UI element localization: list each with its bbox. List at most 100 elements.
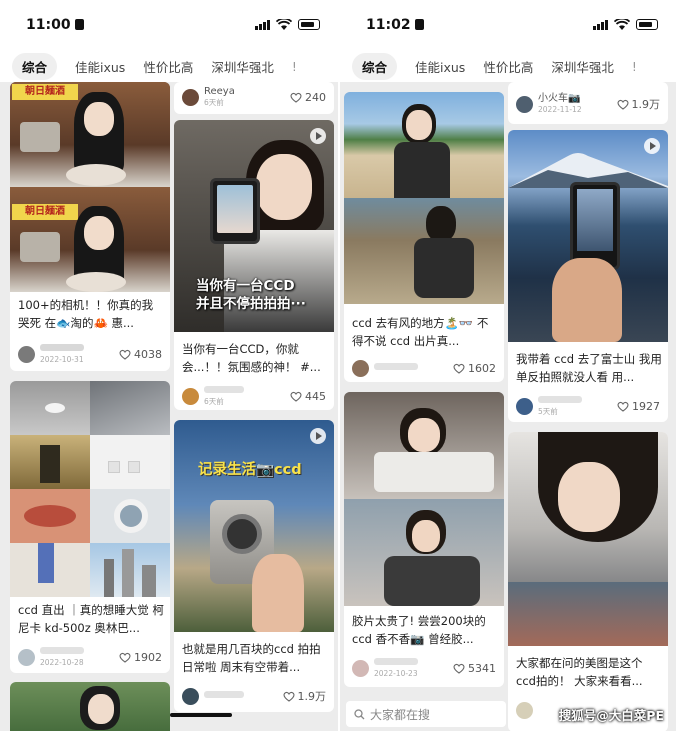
signal-icon	[593, 19, 608, 30]
like-count[interactable]: 4038	[119, 348, 162, 361]
like-count[interactable]: 5341	[453, 662, 496, 675]
tab-canon-ixus[interactable]: 佳能ixus	[415, 57, 465, 76]
avatar[interactable]	[516, 95, 533, 113]
time-text: 11:02	[366, 17, 411, 33]
author-info: 小火车📷 2022-11-12	[538, 93, 582, 115]
like-count[interactable]: 1.9万	[617, 96, 661, 112]
ccd-camera	[210, 178, 260, 244]
note-card[interactable]: ccd 去有风的地方🏝️👓 不得不说 ccd 出片真... 1602	[344, 92, 504, 382]
blurred-username	[204, 691, 244, 698]
like-count[interactable]: 240	[290, 91, 326, 104]
left-phone-screen: 11:00 综合 佳能ixus 性价比高 深圳华强北 ! 朝日麺酒 朝日麺酒 1…	[0, 0, 338, 731]
note-photo	[344, 92, 504, 304]
like-count[interactable]: 445	[290, 390, 326, 403]
category-tabs: 综合 佳能ixus 性价比高 深圳华强北 !	[0, 50, 338, 82]
avatar[interactable]	[352, 359, 369, 377]
avatar[interactable]	[182, 687, 199, 705]
tab-value[interactable]: 性价比高	[143, 57, 193, 76]
tab-comprehensive[interactable]: 综合	[352, 52, 398, 80]
note-title: 胶片太贵了! 尝尝200块的ccd 香不香📷 曾经胶...	[352, 614, 486, 646]
blurred-username	[374, 363, 418, 370]
note-photo	[508, 130, 668, 342]
note-card[interactable]: 记录生活📷ccd 也就是用几百块的ccd 拍拍日常啦 周末有空带着... 1.9…	[174, 420, 334, 712]
tab-overflow[interactable]: !	[632, 59, 637, 74]
blurred-username	[40, 646, 84, 654]
note-title: 当你有一台CCD，你就会...！！氛围感的神！ #...	[182, 342, 321, 374]
overlay-caption: 记录生活📷ccd	[198, 462, 302, 478]
note-meta: 小火车📷 2022-11-12 1.9万	[516, 93, 661, 115]
author-info	[374, 363, 418, 373]
likes-text: 4038	[134, 347, 162, 361]
likes-text: 1.9万	[297, 690, 327, 703]
restaurant-sign: 朝日麺酒	[12, 204, 78, 220]
signal-icon	[255, 19, 270, 30]
likes-text: 1602	[468, 361, 496, 375]
note-meta: 1.9万	[182, 686, 326, 706]
play-icon	[644, 138, 660, 154]
status-bar: 11:00	[0, 0, 338, 50]
note-date: 2022-10-23	[374, 668, 418, 678]
tab-value[interactable]: 性价比高	[483, 57, 533, 76]
blurred-username	[40, 343, 84, 351]
note-card[interactable]: 小火车📷 2022-11-12 1.9万	[508, 82, 668, 124]
search-bar[interactable]: 大家都在搜	[346, 701, 506, 727]
note-title: 我带着 ccd 去了富士山 我用单反拍照就没人看 用...	[516, 352, 662, 384]
blurred-username	[374, 657, 418, 665]
like-count[interactable]: 1.9万	[283, 688, 327, 704]
note-date: 2022-10-28	[40, 657, 84, 667]
likes-text: 1.9万	[631, 98, 661, 111]
tab-shenzhen-hqb[interactable]: 深圳华强北	[551, 57, 614, 76]
avatar[interactable]	[18, 345, 35, 363]
heart-icon	[453, 363, 465, 374]
heart-icon	[290, 92, 302, 103]
tab-overflow[interactable]: !	[292, 59, 297, 74]
avatar[interactable]	[182, 88, 199, 106]
note-card[interactable]: 胶片太贵了! 尝尝200块的ccd 香不香📷 曾经胶... 2022-10-23…	[344, 392, 504, 687]
avatar[interactable]	[352, 659, 369, 677]
lock-icon	[414, 19, 424, 30]
avatar[interactable]	[182, 387, 199, 405]
note-card[interactable]: 大家都在问的美图是这个 ccd拍的！ 大家来看看...	[508, 432, 668, 731]
blurred-username	[204, 385, 244, 393]
note-photo	[508, 432, 668, 646]
like-count[interactable]: 1902	[119, 651, 162, 664]
author-info: 2022-10-31	[40, 343, 84, 365]
avatar[interactable]	[516, 397, 533, 415]
category-tabs: 综合 佳能ixus 性价比高 深圳华强北 !	[340, 50, 676, 82]
home-indicator	[170, 713, 232, 717]
note-meta: 6天前 445	[182, 385, 326, 407]
time-text: 11:00	[26, 17, 71, 33]
like-count[interactable]: 1602	[453, 362, 496, 375]
note-card[interactable]: 我带着 ccd 去了富士山 我用单反拍照就没人看 用... 5天前 1927	[508, 130, 668, 422]
tab-canon-ixus[interactable]: 佳能ixus	[75, 57, 125, 76]
wifi-icon	[614, 19, 630, 30]
note-photo: 朝日麺酒 朝日麺酒	[10, 82, 170, 292]
note-meta: 2022-10-28 1902	[18, 646, 162, 667]
tab-comprehensive[interactable]: 综合	[12, 52, 58, 80]
author-info: Reeya 6天前	[204, 85, 235, 108]
tab-shenzhen-hqb[interactable]: 深圳华强北	[211, 57, 274, 76]
note-card[interactable]	[10, 682, 170, 731]
username: Reeya	[204, 85, 235, 97]
avatar[interactable]	[516, 701, 533, 719]
heart-icon	[119, 349, 131, 360]
note-card[interactable]: 朝日麺酒 朝日麺酒 100+的相机！！你真的我哭死 在🐟淘的🦀 惠... 202…	[10, 82, 170, 371]
heart-icon	[453, 663, 465, 674]
author-info: 5天前	[538, 395, 582, 417]
like-count[interactable]: 1927	[617, 400, 660, 413]
note-meta: 5天前 1927	[516, 395, 660, 417]
avatar[interactable]	[18, 648, 35, 666]
note-card[interactable]: Reeya 6天前 240	[174, 82, 334, 114]
heart-icon	[617, 99, 628, 110]
status-icons	[255, 19, 320, 30]
heart-icon	[617, 401, 629, 412]
likes-text: 1927	[632, 399, 660, 413]
note-meta: 2022-10-31 4038	[18, 343, 162, 365]
note-photo	[10, 682, 170, 731]
note-photo: 记录生活📷ccd	[174, 420, 334, 632]
note-date: 5天前	[538, 406, 558, 416]
note-card[interactable]: ccd 直出 ｜真的想睡大觉 柯尼卡 kd-500z 奥林巴... 2022-1…	[10, 381, 170, 673]
note-meta: 2022-10-23 5341	[352, 657, 496, 678]
note-card[interactable]: 当你有一台CCD 并且不停拍拍拍··· 当你有一台CCD，你就会...！！氛围感…	[174, 120, 334, 410]
author-info: 6天前	[204, 385, 244, 407]
